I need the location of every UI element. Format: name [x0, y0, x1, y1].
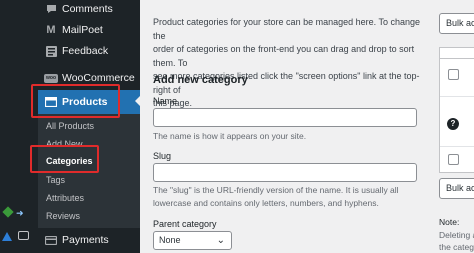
sidebar-item-mailpoet[interactable]: M MailPoet	[38, 19, 140, 41]
table-header	[440, 48, 474, 59]
chevron-down-icon: ⌄	[216, 235, 225, 246]
comment-bubble-icon	[44, 2, 58, 16]
arrow-right-icon[interactable]: ➜	[16, 208, 24, 218]
categories-list-panel: Bulk ac ? Bulk ac Note: Deleting a the c…	[434, 0, 474, 253]
note-label: Note:	[439, 217, 460, 227]
submenu-all-products[interactable]: All Products	[46, 121, 94, 131]
parent-category-value: None	[159, 235, 181, 245]
highlight-products	[31, 84, 120, 118]
parent-category-select[interactable]: None ⌄	[153, 231, 232, 250]
sidebar-item-label: Comments	[62, 3, 113, 15]
submenu-tags[interactable]: Tags	[46, 175, 65, 185]
bulk-actions-bottom-select[interactable]: Bulk ac	[439, 178, 474, 199]
submenu-attributes[interactable]: Attributes	[46, 193, 84, 203]
row-checkbox[interactable]	[448, 69, 459, 80]
sidebar-item-label: Feedback	[62, 45, 109, 57]
note-text-line: the catego	[439, 242, 474, 252]
categories-table: ?	[439, 47, 474, 173]
name-label: Name	[153, 96, 178, 106]
parent-category-label: Parent category	[153, 219, 217, 229]
sidebar-item-label: Payments	[62, 234, 109, 246]
slug-field[interactable]	[153, 163, 417, 182]
submenu-reviews[interactable]: Reviews	[46, 211, 80, 221]
row-checkbox[interactable]	[448, 154, 459, 165]
page-description: Product categories for your store can be…	[153, 17, 420, 108]
os-left-strip: ➜	[0, 0, 38, 253]
sidebar-item-label: WooCommerce	[62, 72, 135, 84]
admin-sidebar: Comments M MailPoet Feedback woo WooComm…	[38, 0, 141, 253]
credit-card-icon	[44, 233, 58, 247]
note-text-line: Deleting a	[439, 230, 474, 240]
sidebar-item-comments[interactable]: Comments	[38, 0, 140, 20]
main-content: Product categories for your store can be…	[140, 0, 434, 253]
table-row-divider	[440, 96, 474, 97]
add-new-category-heading: Add new category	[153, 74, 248, 86]
sidebar-item-payments[interactable]: Payments	[38, 229, 140, 251]
mailpoet-m-icon: M	[46, 24, 56, 36]
sidebar-item-label: MailPoet	[62, 24, 103, 36]
table-row-divider	[440, 146, 474, 147]
name-help-text: The name is how it appears on your site.	[153, 131, 307, 141]
slug-help-text: The "slug" is the URL-friendly version o…	[153, 185, 399, 208]
help-question-icon[interactable]: ?	[447, 118, 459, 130]
blue-triangle-icon[interactable]	[2, 232, 12, 241]
slug-label: Slug	[153, 151, 172, 161]
bulk-actions-top-select[interactable]: Bulk ac	[439, 13, 474, 34]
feedback-grid-icon	[44, 44, 58, 58]
woo-logo-icon: woo	[44, 73, 58, 83]
highlight-categories	[30, 145, 99, 173]
sidebar-item-feedback[interactable]: Feedback	[38, 40, 140, 62]
message-square-icon[interactable]	[18, 231, 29, 240]
name-field[interactable]	[153, 108, 417, 127]
green-gear-icon[interactable]	[2, 206, 14, 218]
